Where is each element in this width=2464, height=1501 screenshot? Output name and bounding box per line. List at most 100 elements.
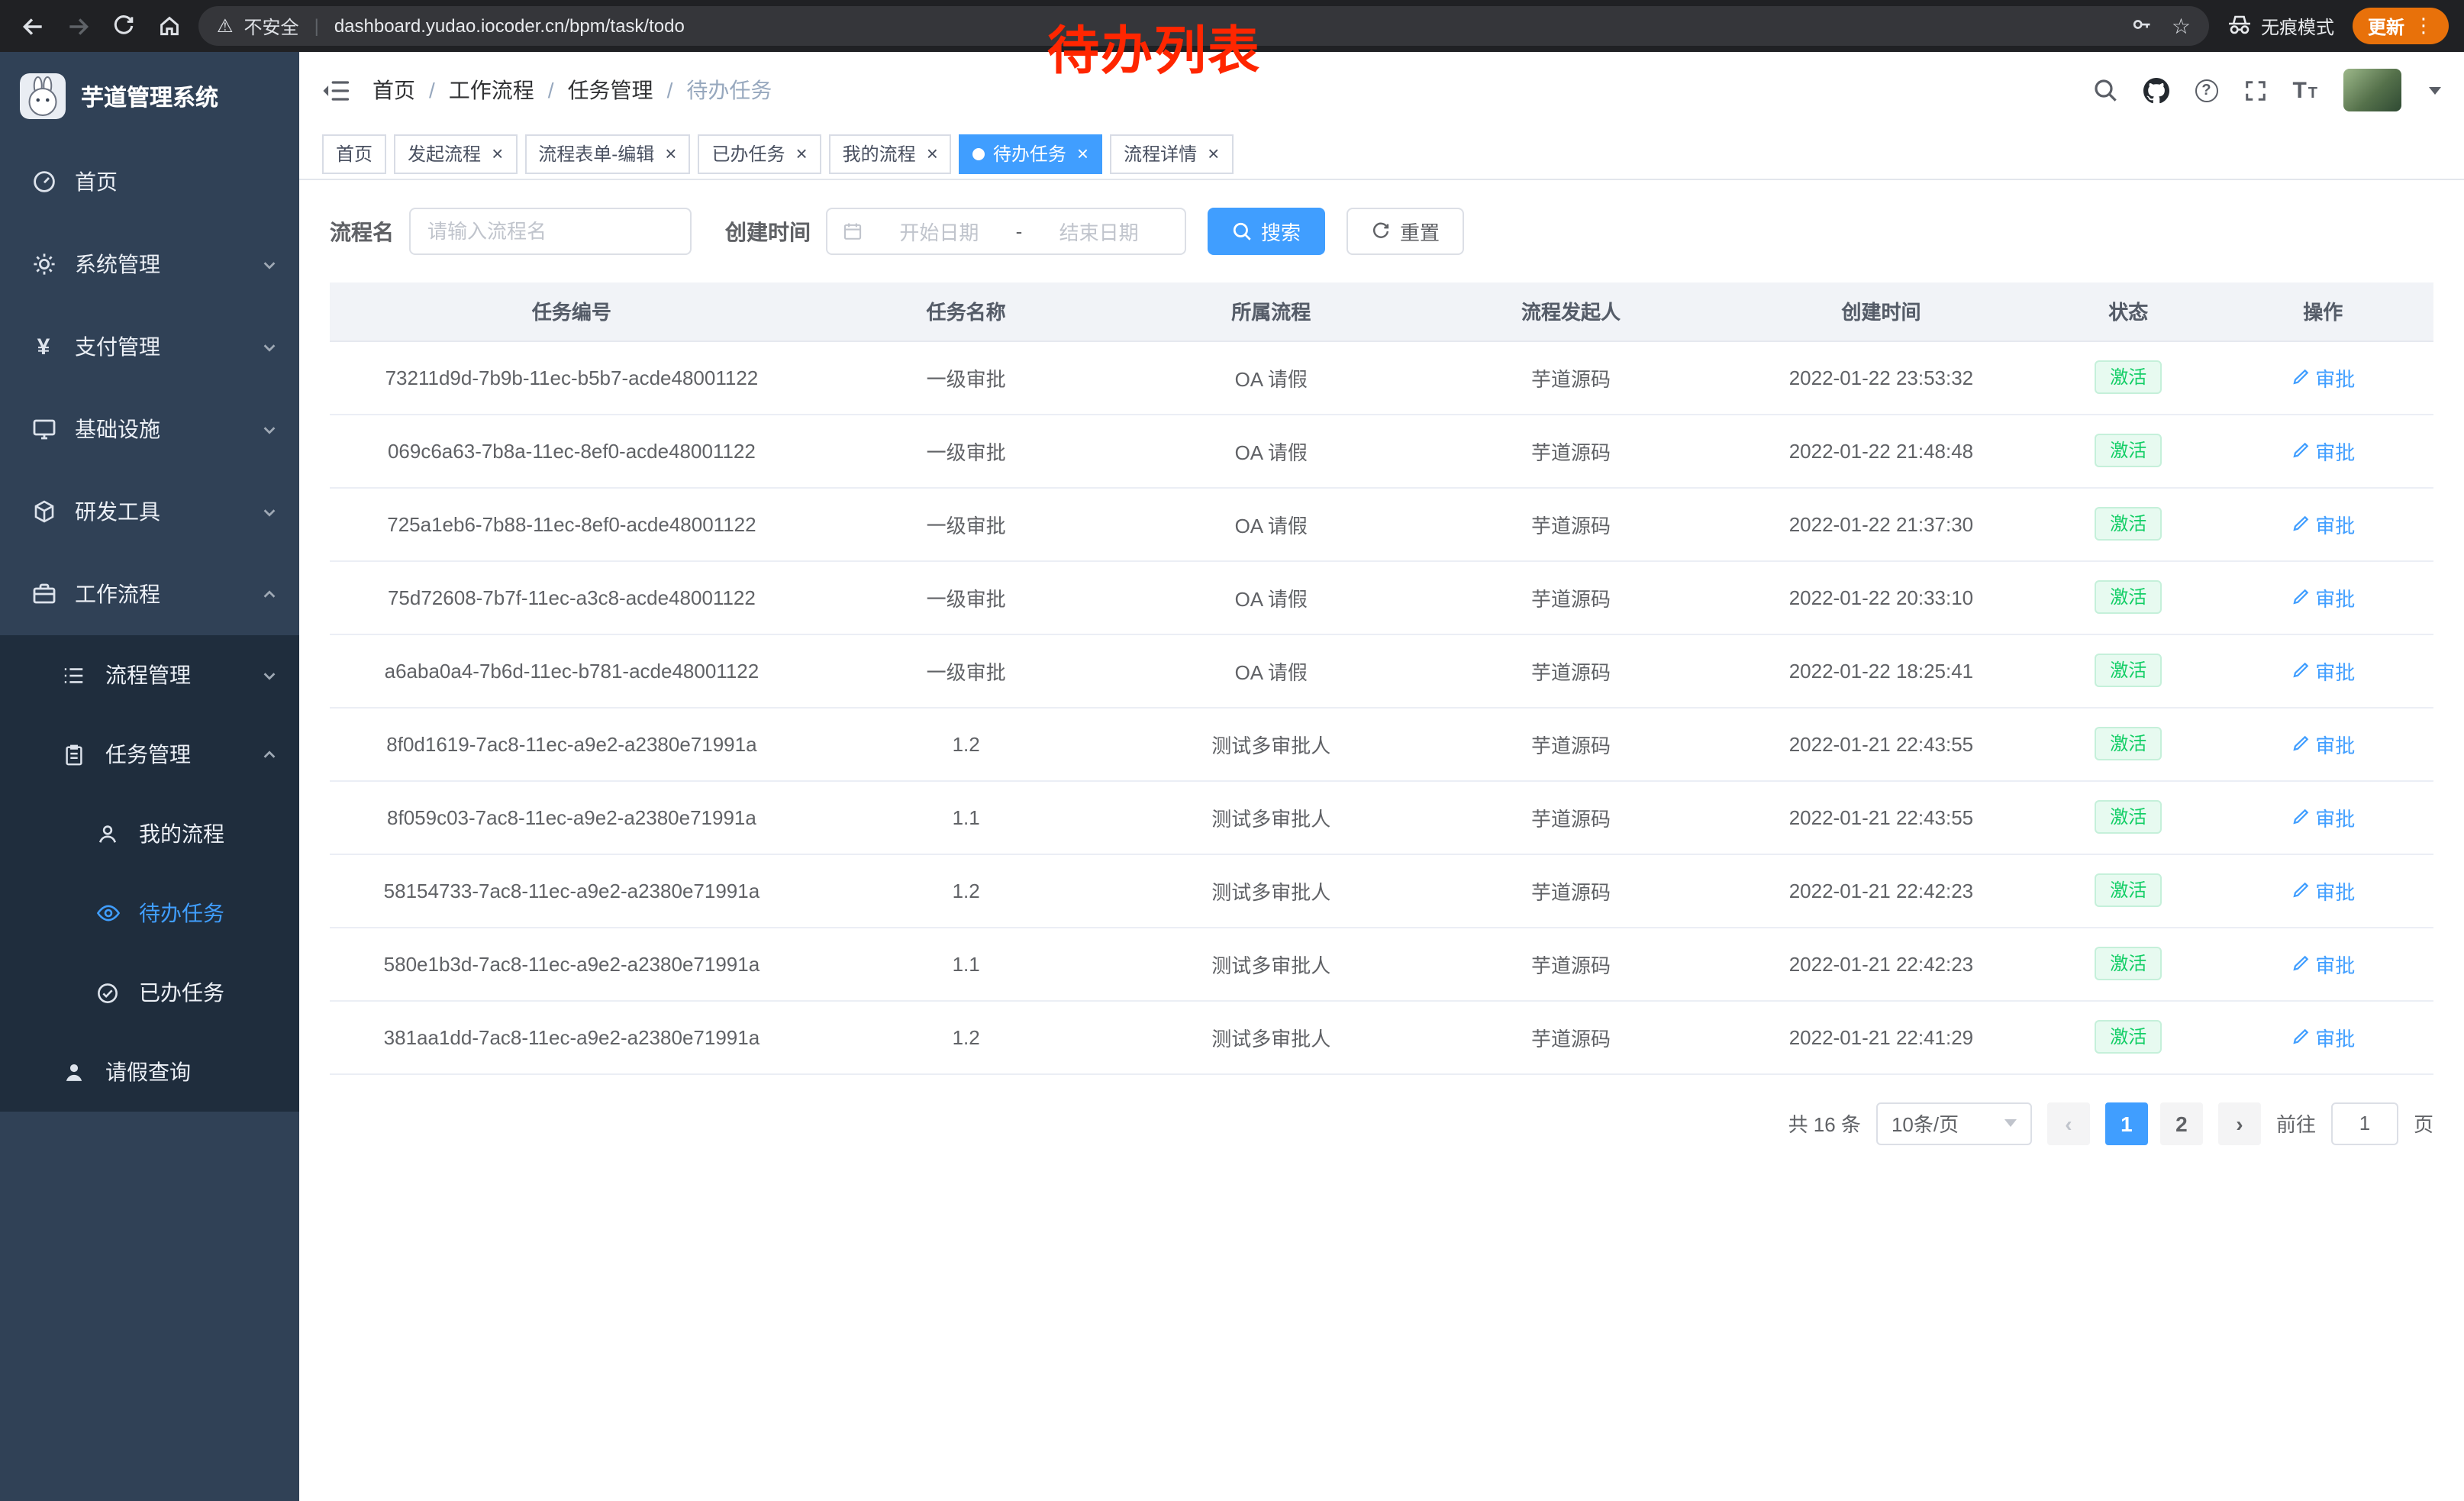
- reset-button[interactable]: 重置: [1346, 208, 1464, 255]
- approve-link[interactable]: 审批: [2291, 436, 2355, 465]
- help-icon[interactable]: ?: [2195, 79, 2217, 102]
- breadcrumb-workflow[interactable]: 工作流程: [449, 75, 534, 105]
- sidebar-item-workflow[interactable]: 工作流程: [0, 553, 299, 635]
- edit-icon: [2291, 881, 2309, 899]
- approve-link[interactable]: 审批: [2291, 876, 2355, 905]
- approve-link[interactable]: 审批: [2291, 656, 2355, 685]
- tab-首页[interactable]: 首页: [322, 134, 386, 173]
- action-cell: 审批: [2213, 634, 2434, 707]
- approve-link[interactable]: 审批: [2291, 729, 2355, 758]
- approve-link[interactable]: 审批: [2291, 802, 2355, 831]
- tab-待办任务[interactable]: 待办任务×: [959, 134, 1102, 173]
- approve-link[interactable]: 审批: [2291, 1022, 2355, 1051]
- create-time-cell: 2022-01-22 21:48:48: [1718, 414, 2044, 487]
- sidebar-item-todo-task[interactable]: 待办任务: [0, 873, 299, 953]
- sidebar-item-done-task[interactable]: 已办任务: [0, 953, 299, 1032]
- process-name-input[interactable]: [409, 208, 692, 255]
- check-circle-icon: [95, 980, 121, 1006]
- refresh-icon: [1371, 221, 1391, 241]
- back-button[interactable]: [15, 9, 49, 43]
- approve-link[interactable]: 审批: [2291, 509, 2355, 538]
- process-starter-cell: 芋道源码: [1424, 927, 1718, 1000]
- next-page-button[interactable]: ›: [2218, 1102, 2261, 1144]
- column-header: 状态: [2044, 282, 2212, 341]
- approve-label: 审批: [2315, 1022, 2355, 1051]
- avatar-dropdown-icon[interactable]: [2429, 86, 2441, 94]
- tab-close-icon[interactable]: ×: [927, 144, 938, 163]
- process-name-cell: OA 请假: [1118, 414, 1424, 487]
- tab-流程详情[interactable]: 流程详情×: [1110, 134, 1233, 173]
- tab-流程表单-编辑[interactable]: 流程表单-编辑×: [524, 134, 690, 173]
- tab-close-icon[interactable]: ×: [492, 144, 503, 163]
- end-date-placeholder: 结束日期: [1028, 217, 1169, 246]
- status-badge: 激活: [2095, 360, 2162, 394]
- page-size-select[interactable]: 10条/页: [1876, 1102, 2032, 1144]
- sidebar-item-devtools[interactable]: 研发工具: [0, 470, 299, 553]
- github-icon[interactable]: [2143, 77, 2169, 103]
- chevron-down-icon: [261, 667, 278, 683]
- date-range-picker[interactable]: 开始日期 - 结束日期: [826, 208, 1186, 255]
- tab-close-icon[interactable]: ×: [795, 144, 807, 163]
- status-cell: 激活: [2044, 414, 2212, 487]
- approve-link[interactable]: 审批: [2291, 363, 2355, 392]
- chevron-up-icon: [261, 746, 278, 763]
- approve-label: 审批: [2315, 729, 2355, 758]
- action-cell: 审批: [2213, 560, 2434, 634]
- search-button[interactable]: 搜索: [1208, 208, 1325, 255]
- task-name-cell: 1.2: [814, 707, 1119, 780]
- font-size-icon[interactable]: TT: [2292, 79, 2317, 102]
- tab-已办任务[interactable]: 已办任务×: [698, 134, 821, 173]
- edit-icon: [2291, 368, 2309, 386]
- person-icon: [95, 821, 121, 847]
- tab-close-icon[interactable]: ×: [665, 144, 676, 163]
- key-icon[interactable]: [2132, 13, 2153, 39]
- task-id-cell: 069c6a63-7b8a-11ec-8ef0-acde48001122: [330, 414, 814, 487]
- clipboard-icon: [61, 741, 87, 767]
- action-cell: 审批: [2213, 927, 2434, 1000]
- table-row: 725a1eb6-7b88-11ec-8ef0-acde48001122一级审批…: [330, 487, 2433, 560]
- update-button[interactable]: 更新 ⋮: [2353, 8, 2449, 44]
- action-cell: 审批: [2213, 341, 2434, 414]
- task-id-cell: a6aba0a4-7b6d-11ec-b781-acde48001122: [330, 634, 814, 707]
- home-button[interactable]: [153, 9, 186, 43]
- sidebar-item-task-mgmt[interactable]: 任务管理: [0, 715, 299, 794]
- breadcrumb-home[interactable]: 首页: [373, 75, 415, 105]
- status-cell: 激活: [2044, 634, 2212, 707]
- action-cell: 审批: [2213, 1000, 2434, 1073]
- sidebar-item-infrastructure[interactable]: 基础设施: [0, 388, 299, 470]
- tab-我的流程[interactable]: 我的流程×: [829, 134, 952, 173]
- approve-link[interactable]: 审批: [2291, 949, 2355, 978]
- create-time-cell: 2022-01-21 22:42:23: [1718, 927, 2044, 1000]
- tab-close-icon[interactable]: ×: [1208, 144, 1219, 163]
- tab-close-icon[interactable]: ×: [1077, 144, 1088, 163]
- user-avatar[interactable]: [2343, 69, 2401, 111]
- sidebar-item-process-mgmt[interactable]: 流程管理: [0, 635, 299, 715]
- column-header: 所属流程: [1118, 282, 1424, 341]
- sidebar-item-payment[interactable]: ¥ 支付管理: [0, 305, 299, 388]
- fullscreen-icon[interactable]: [2243, 79, 2266, 102]
- prev-page-button[interactable]: ‹: [2047, 1102, 2090, 1144]
- task-id-cell: 580e1b3d-7ac8-11ec-a9e2-a2380e71991a: [330, 927, 814, 1000]
- forward-button[interactable]: [61, 9, 95, 43]
- sidebar-item-home[interactable]: 首页: [0, 140, 299, 223]
- page-button-2[interactable]: 2: [2160, 1102, 2203, 1144]
- briefcase-icon: [31, 581, 56, 607]
- sidebar-toggle-icon[interactable]: [322, 79, 350, 102]
- approve-link[interactable]: 审批: [2291, 583, 2355, 612]
- table-header-row: 任务编号任务名称所属流程流程发起人创建时间状态操作: [330, 282, 2433, 341]
- page-button-1[interactable]: 1: [2105, 1102, 2148, 1144]
- active-tab-dot-icon: [973, 147, 985, 160]
- goto-page-input[interactable]: [2331, 1102, 2398, 1144]
- search-icon[interactable]: [2092, 78, 2117, 102]
- search-icon: [1232, 221, 1252, 241]
- reload-button[interactable]: [107, 9, 140, 43]
- column-header: 任务名称: [814, 282, 1119, 341]
- menu-kebab-icon[interactable]: ⋮: [2414, 14, 2433, 38]
- sidebar-item-leave-query[interactable]: 请假查询: [0, 1032, 299, 1112]
- bookmark-star-icon[interactable]: ☆: [2172, 15, 2191, 37]
- sidebar-item-system[interactable]: 系统管理: [0, 223, 299, 305]
- breadcrumb-task-mgmt[interactable]: 任务管理: [568, 75, 653, 105]
- address-bar[interactable]: ⚠ 不安全 | dashboard.yudao.iocoder.cn/bpm/t…: [198, 6, 2209, 46]
- sidebar-item-my-process[interactable]: 我的流程: [0, 794, 299, 873]
- tab-发起流程[interactable]: 发起流程×: [394, 134, 517, 173]
